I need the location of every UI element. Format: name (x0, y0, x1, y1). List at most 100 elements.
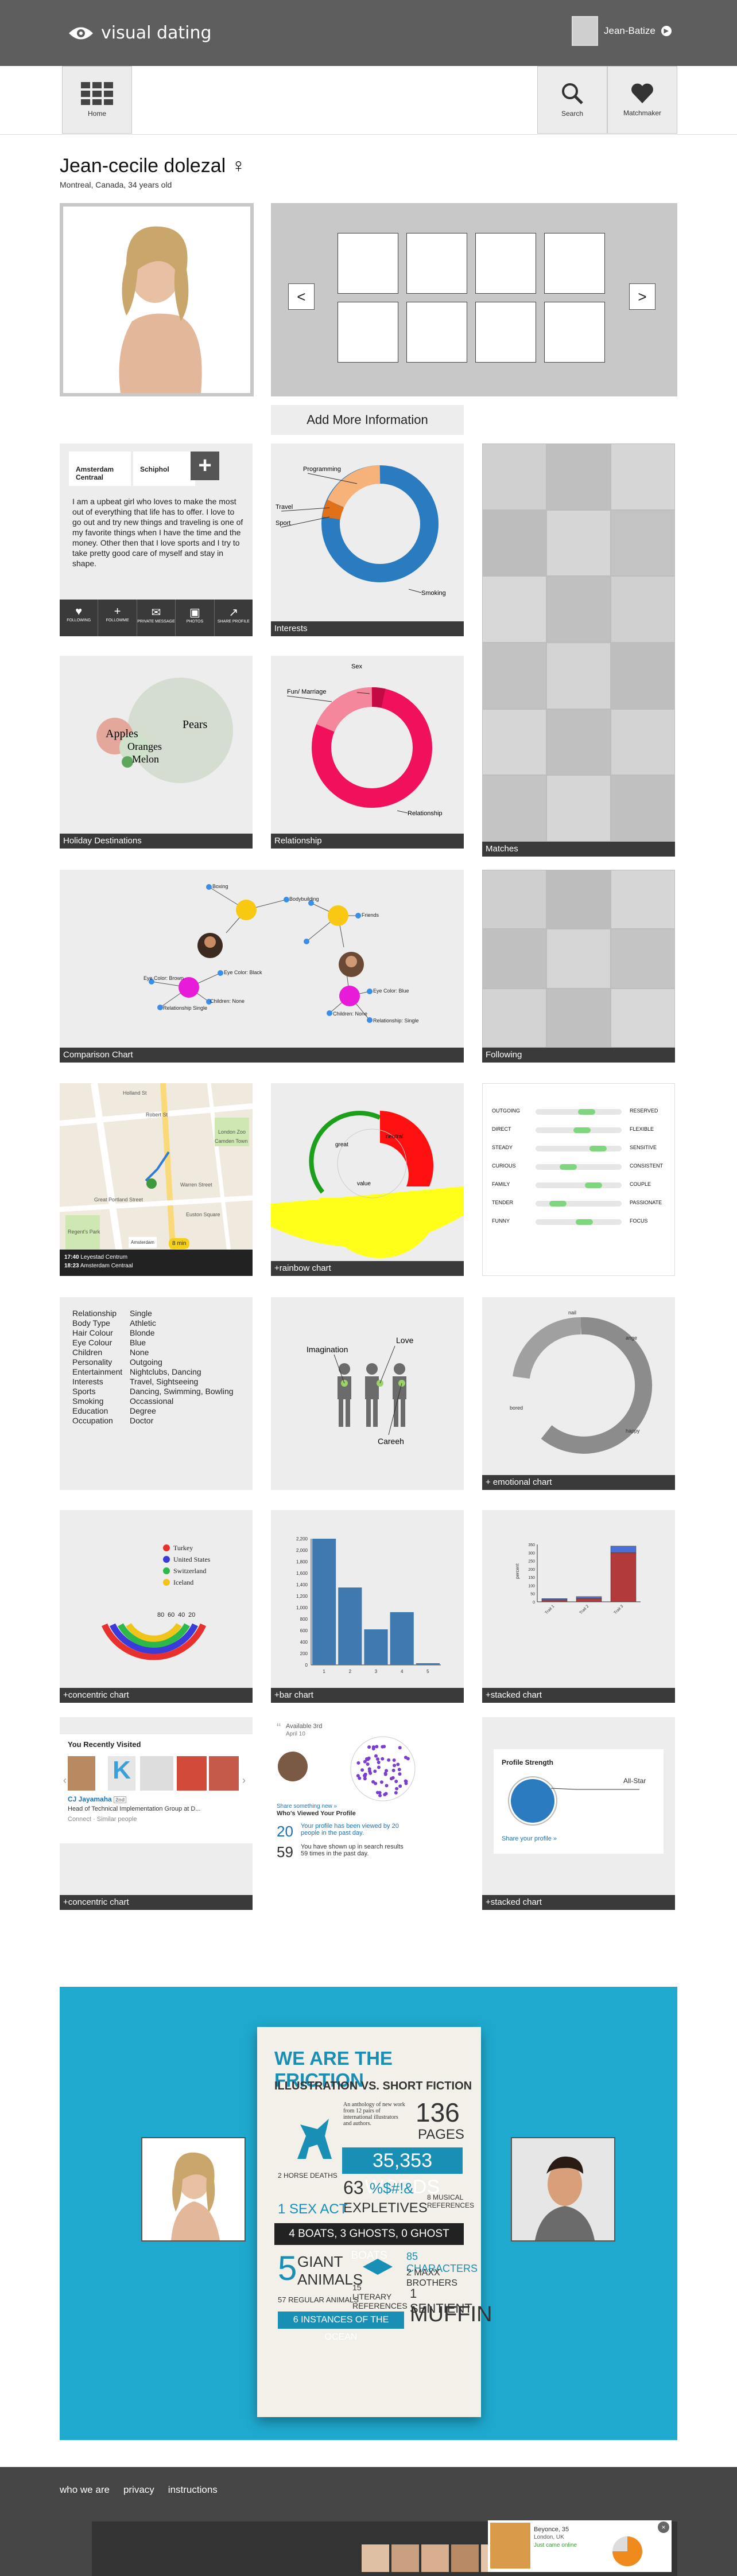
bar[interactable] (312, 1539, 336, 1665)
stacked-panel[interactable]: percent 350 300 250 200 150 100 50 0 Trait 1 Trait… (482, 1510, 675, 1703)
stacked-bar-segment[interactable] (610, 1552, 637, 1602)
gallery-thumb[interactable] (475, 302, 536, 363)
follow-tile[interactable] (611, 988, 675, 1048)
slider-knob[interactable] (575, 1219, 593, 1225)
gallery-thumb[interactable] (338, 302, 398, 363)
match-thumb[interactable] (511, 2137, 615, 2242)
share-button[interactable]: ↗ SHARE PROFILE (215, 600, 253, 636)
match-tile[interactable] (611, 509, 675, 577)
footer-link-who[interactable]: who we are (60, 2484, 110, 2496)
bar-chart-panel[interactable]: 2,200 2,000 1,800 1,600 1,400 1,200 1,000 800 60… (271, 1510, 464, 1703)
match-tile[interactable] (546, 443, 611, 510)
slider-track[interactable] (536, 1201, 622, 1207)
bar[interactable] (364, 1629, 388, 1665)
emotional-panel[interactable]: nail ange bored happy + emotional chart (482, 1297, 675, 1490)
match-tile[interactable] (546, 576, 611, 643)
slider-track[interactable] (536, 1219, 622, 1225)
matches-panel[interactable]: Matches (482, 443, 675, 857)
avatar[interactable] (421, 2544, 449, 2572)
connect-link[interactable]: Connect (68, 1816, 91, 1823)
match-tile[interactable] (546, 509, 611, 577)
place-card[interactable]: Amsterdam Centraal (69, 452, 131, 486)
share-profile-link[interactable]: Share your profile » (502, 1835, 557, 1842)
gallery-thumb[interactable] (338, 233, 398, 294)
match-tile[interactable] (546, 775, 611, 842)
match-tile[interactable] (611, 576, 675, 643)
match-tile[interactable] (482, 443, 546, 510)
slider-knob[interactable] (589, 1146, 607, 1151)
avatar[interactable] (68, 1756, 95, 1791)
slider-track[interactable] (536, 1164, 622, 1170)
bar[interactable] (338, 1587, 362, 1665)
avatar[interactable] (140, 1756, 173, 1791)
logo[interactable]: visual dating (68, 23, 212, 43)
place-card[interactable]: Schiphol (133, 452, 195, 486)
slider-track[interactable] (536, 1109, 622, 1115)
profile-photo[interactable] (60, 203, 254, 396)
chevron-left-icon[interactable]: ‹ (63, 1775, 67, 1787)
match-tile[interactable] (482, 509, 546, 577)
stacked-bar-segment[interactable] (610, 1546, 637, 1553)
stacked-bar-segment[interactable] (576, 1598, 602, 1602)
holiday-panel[interactable]: Pears Apples Oranges Melon Holiday Desti… (60, 656, 253, 849)
match-tile[interactable] (611, 443, 675, 510)
slider-knob[interactable] (549, 1201, 567, 1207)
avatar[interactable] (278, 1752, 308, 1781)
match-tile[interactable] (482, 642, 546, 709)
infographic-poster[interactable]: WE ARE THE FRICTION ILLUSTRATION VS. SHO… (257, 2027, 492, 2417)
following-panel[interactable]: Following (482, 870, 675, 1063)
slider-track[interactable] (536, 1127, 622, 1133)
gallery-thumb[interactable] (406, 233, 467, 294)
message-button[interactable]: ✉ PRIVATE MESSAGE (137, 600, 176, 636)
map-panel[interactable]: Holland St Robert St London Zoo Camden T… (60, 1083, 253, 1276)
avatar[interactable] (177, 1756, 207, 1791)
relationship-panel[interactable]: Sex Fun/ Marriage Relationship Relations… (271, 656, 464, 849)
share-link[interactable]: Share something new » (277, 1803, 337, 1810)
match-tile[interactable] (611, 775, 675, 842)
avatar[interactable] (451, 2544, 479, 2572)
follow-tile[interactable] (482, 870, 546, 929)
follow-tile[interactable] (611, 870, 675, 929)
comparison-panel[interactable]: Boxing Bodybuilding Friends Eye Color: B… (60, 870, 464, 1063)
follow-tile[interactable] (546, 988, 611, 1048)
close-icon[interactable]: × (658, 2521, 669, 2533)
stacked-bar-segment[interactable] (541, 1600, 568, 1602)
people-chart-panel[interactable]: Imagination Love Careeh (271, 1297, 464, 1490)
footer-link-instructions[interactable]: instructions (168, 2484, 218, 2496)
following-button[interactable]: ♥ FOLLOWING (60, 600, 99, 636)
gallery-thumb[interactable] (475, 233, 536, 294)
match-tile[interactable] (482, 576, 546, 643)
slider-track[interactable] (536, 1146, 622, 1151)
bar[interactable] (416, 1663, 440, 1665)
rainbow-panel[interactable]: great value neutral +rainbow chart (271, 1083, 464, 1276)
gallery-next-button[interactable]: > (629, 283, 655, 310)
user-menu[interactable]: Jean-Batize ▶ (572, 16, 672, 46)
gallery-thumb[interactable] (406, 302, 467, 363)
follow-tile[interactable] (482, 929, 546, 989)
interests-panel[interactable]: Programming Travel Sport Smoking Interes… (271, 443, 464, 636)
similar-link[interactable]: Similar people (97, 1816, 137, 1823)
stacked-bar-segment[interactable] (576, 1596, 602, 1599)
avatar[interactable] (362, 2544, 389, 2572)
match-tile[interactable] (546, 642, 611, 709)
stacked-bar-segment[interactable] (541, 1598, 568, 1600)
avatar[interactable] (209, 1756, 239, 1791)
chevron-right-icon[interactable]: › (242, 1775, 246, 1787)
match-tile[interactable] (482, 775, 546, 842)
bar[interactable] (390, 1612, 414, 1665)
chat-popup[interactable]: Beyonce, 35 London, UK Just came online … (488, 2520, 672, 2572)
match-tile[interactable] (611, 642, 675, 709)
concentric-panel[interactable]: Turkey United States Switzerland Iceland 80… (60, 1510, 253, 1703)
follow-tile[interactable] (546, 929, 611, 989)
profile-thumb[interactable] (141, 2137, 246, 2242)
add-info-button[interactable]: Add More Information (271, 405, 464, 435)
home-button[interactable]: Home (62, 66, 132, 134)
match-tile[interactable] (482, 709, 546, 776)
gallery-thumb[interactable] (544, 233, 605, 294)
slider-knob[interactable] (585, 1182, 603, 1188)
follow-tile[interactable] (546, 870, 611, 929)
footer-link-privacy[interactable]: privacy (123, 2484, 154, 2496)
matchmaker-button[interactable]: Matchmaker (607, 66, 677, 134)
match-tile[interactable] (611, 709, 675, 776)
search-button[interactable]: Search (537, 66, 607, 134)
